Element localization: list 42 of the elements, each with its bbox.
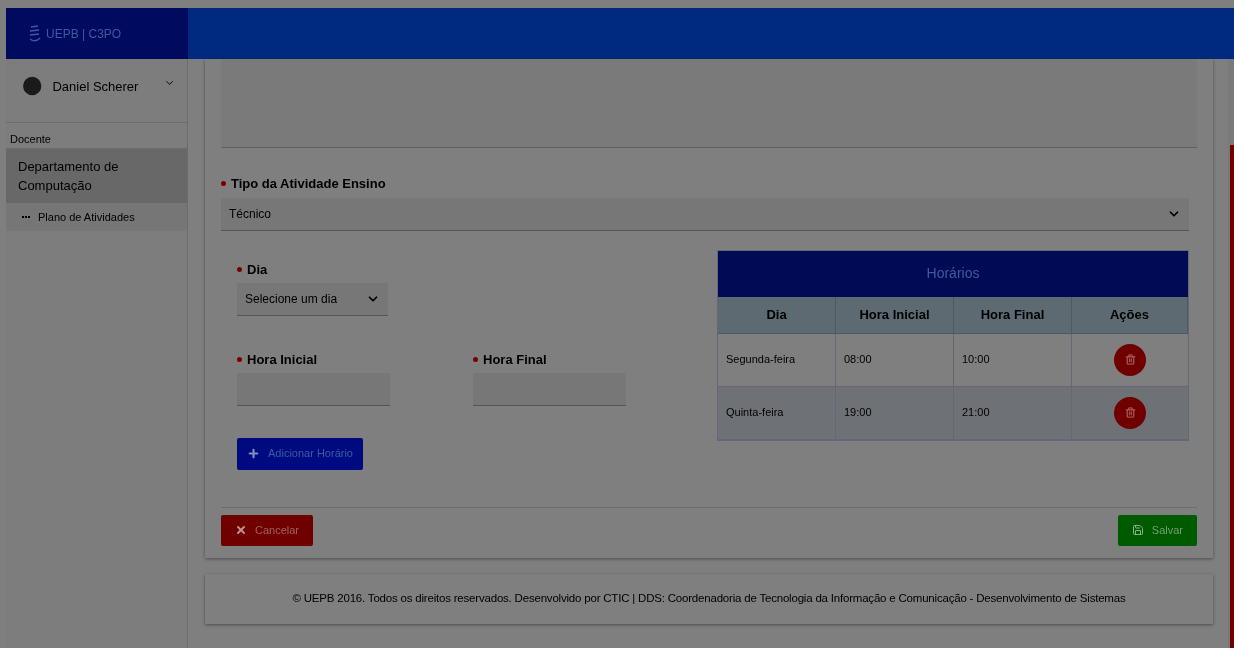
trash-icon	[1124, 407, 1136, 418]
table-cell: Segunda-feira	[718, 333, 836, 387]
required-mark	[473, 357, 478, 363]
user-name[interactable]: Daniel Scherer	[52, 77, 156, 97]
save-icon	[1131, 524, 1144, 536]
table-title: Horários	[718, 250, 1188, 297]
required-mark	[221, 181, 226, 187]
required-mark	[237, 357, 242, 363]
delete-button[interactable]	[1114, 396, 1146, 429]
column-header: Ações	[1072, 296, 1188, 334]
select-field[interactable]: Técnico	[221, 197, 1189, 231]
field-label: Hora Inicial	[247, 351, 318, 369]
close-icon	[235, 524, 247, 536]
table-cell: 21:00	[954, 386, 1072, 440]
field-label: Tipo da Atividade Ensino	[231, 175, 386, 193]
delete-button[interactable]	[1114, 343, 1146, 376]
section-label: Docente	[6, 131, 187, 149]
plus-icon	[247, 447, 260, 460]
table-cell: 19:00	[836, 386, 954, 440]
column-header: Hora Inicial	[836, 296, 954, 334]
sidebar-subitem[interactable]: Plano de Atividades	[6, 202, 187, 231]
field-label: Dia	[247, 260, 268, 279]
required-mark	[237, 266, 242, 272]
footer-text: © UEPB 2016. Todos os direitos reservados. Desenvolvido por CTIC | DDS: Coordenadoria de Tecnologia da Informação e Comunicação - Desenvolvimento de Sistemas	[292, 590, 1126, 606]
cancel-button[interactable]: Cancelar	[221, 514, 314, 546]
dash-icon	[22, 215, 30, 218]
add-button[interactable]: Adicionar Horário	[237, 437, 363, 470]
save-button[interactable]: Salvar	[1117, 514, 1197, 546]
table-cell: 08:00	[836, 333, 954, 387]
table-cell: 10:00	[954, 333, 1072, 387]
avatar-icon	[20, 73, 45, 99]
select-field[interactable]: Selecione um dia	[237, 283, 388, 316]
input-field[interactable]	[237, 372, 390, 406]
field-label: Hora Final	[483, 351, 547, 369]
logo-text: UEPB | C3PO	[46, 25, 122, 43]
sidebar-item[interactable]: Departamento de Computação	[6, 148, 187, 203]
table-cell: Quinta-feira	[718, 386, 836, 440]
logo-icon	[28, 24, 42, 43]
trash-icon	[1124, 354, 1136, 365]
column-header: Hora Final	[954, 296, 1072, 334]
input-field[interactable]	[473, 372, 626, 406]
column-header: Dia	[718, 296, 836, 334]
